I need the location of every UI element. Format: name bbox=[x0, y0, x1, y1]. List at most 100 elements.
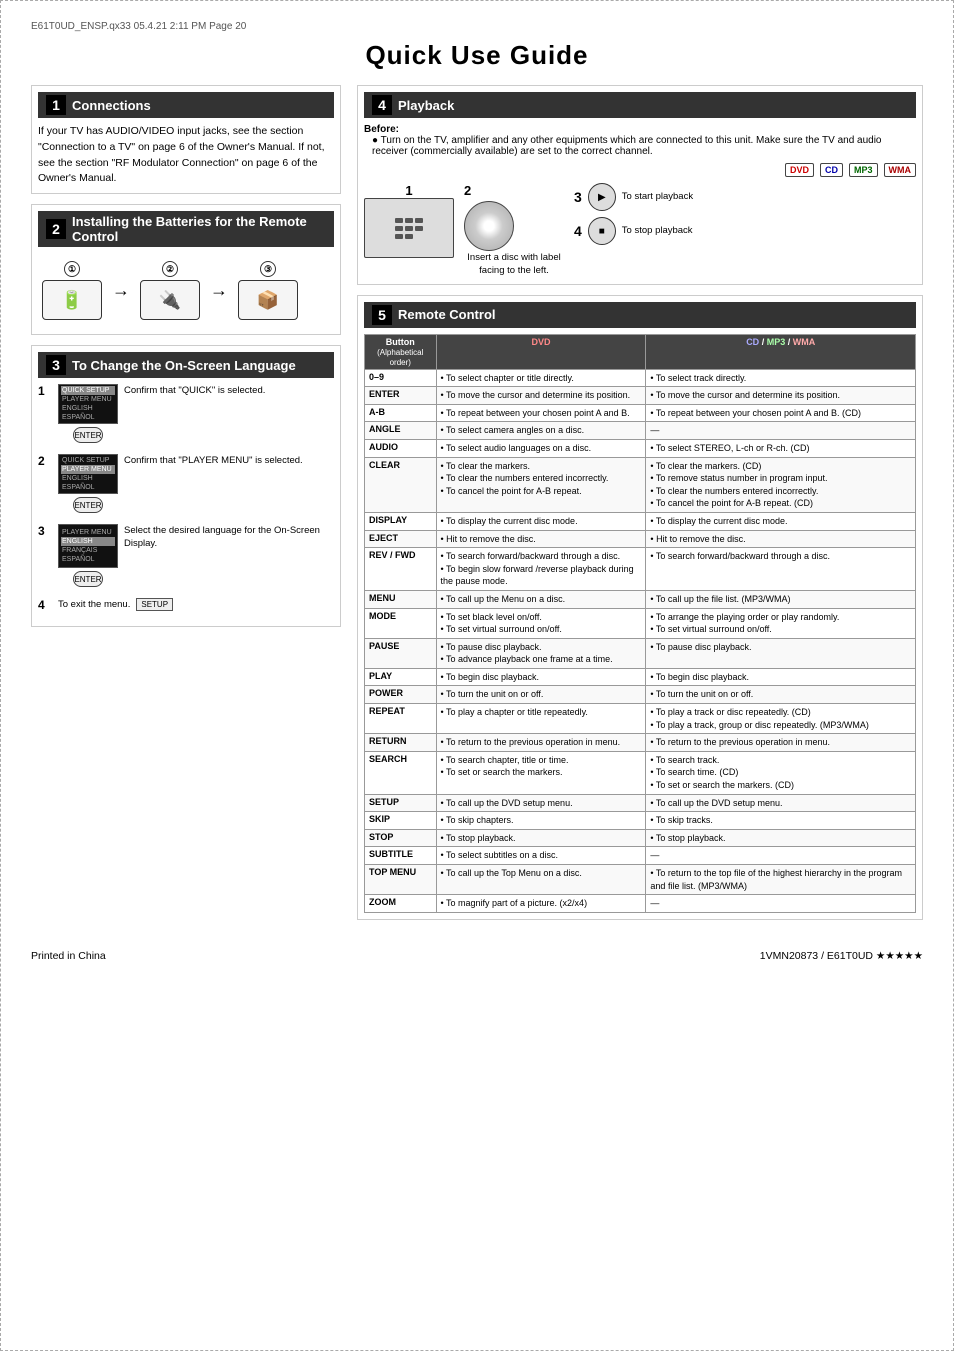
col-header-disc: DVD bbox=[436, 334, 646, 369]
language-title: To Change the On-Screen Language bbox=[72, 358, 296, 373]
playback-num: 4 bbox=[372, 95, 392, 115]
menu-item-es: ESPAÑOL bbox=[61, 555, 115, 564]
top-label: E61T0UD_ENSP.qx33 05.4.21 2:11 PM Page 2… bbox=[31, 21, 923, 32]
cd-cell: • To return to the top file of the highe… bbox=[646, 865, 916, 895]
table-row: AUDIO• To select audio languages on a di… bbox=[365, 439, 916, 457]
connections-header: 1 Connections bbox=[38, 92, 334, 118]
table-row: CLEAR• To clear the markers.• To clear t… bbox=[365, 457, 916, 512]
btn-cell: SETUP bbox=[365, 794, 437, 812]
btn-cell: ANGLE bbox=[365, 422, 437, 440]
cd-cell: • To begin disc playback. bbox=[646, 668, 916, 686]
dvd-cell: • To turn the unit on or off. bbox=[436, 686, 646, 704]
left-column: 1 Connections If your TV has AUDIO/VIDEO… bbox=[31, 85, 341, 930]
page: E61T0UD_ENSP.qx33 05.4.21 2:11 PM Page 2… bbox=[0, 0, 954, 1351]
pb-step-3-desc: To start playback bbox=[622, 190, 693, 203]
pb-step-2: 2 Insert a disc with label facing to the… bbox=[464, 183, 564, 278]
dvd-cell: • Hit to remove the disc. bbox=[436, 530, 646, 548]
table-row: A-B• To repeat between your chosen point… bbox=[365, 404, 916, 422]
enter-btn-1[interactable]: ENTER bbox=[73, 427, 103, 443]
table-row: EJECT• Hit to remove the disc.• Hit to r… bbox=[365, 530, 916, 548]
dvd-cell: • To clear the markers.• To clear the nu… bbox=[436, 457, 646, 512]
pb-step-4-num: 4 bbox=[574, 223, 582, 239]
menu-item-pm: PLAYER MENU bbox=[61, 528, 115, 537]
remote-header: 5 Remote Control bbox=[364, 302, 916, 328]
btn-cell: STOP bbox=[365, 829, 437, 847]
cd-cell: — bbox=[646, 422, 916, 440]
btn-cell: DISPLAY bbox=[365, 512, 437, 530]
dvd-cell: • To pause disc playback.• To advance pl… bbox=[436, 638, 646, 668]
btn-cell: POWER bbox=[365, 686, 437, 704]
menu-item-selected-1: QUICK SETUP bbox=[61, 386, 115, 395]
cd-cell: • To clear the markers. (CD)• To remove … bbox=[646, 457, 916, 512]
cd-cell: • Hit to remove the disc. bbox=[646, 530, 916, 548]
player-btn-row-2 bbox=[395, 226, 423, 231]
playback-before: Before: ● Turn on the TV, amplifier and … bbox=[364, 124, 916, 157]
cd-cell: • To select STEREO, L-ch or R-ch. (CD) bbox=[646, 439, 916, 457]
battery-icon-1: 🔋 bbox=[42, 280, 102, 320]
btn-cell: TOP MENU bbox=[365, 865, 437, 895]
player-buttons bbox=[395, 218, 423, 239]
connections-section: 1 Connections If your TV has AUDIO/VIDEO… bbox=[31, 85, 341, 194]
playback-title: Playback bbox=[398, 98, 454, 113]
battery-step-1: ① 🔋 bbox=[42, 261, 102, 320]
btn-cell: SEARCH bbox=[365, 751, 437, 794]
table-row: MENU• To call up the Menu on a disc.• To… bbox=[365, 590, 916, 608]
setup-btn[interactable]: SETUP bbox=[136, 598, 173, 611]
menu-item-2: ENGLISH bbox=[61, 404, 115, 413]
table-row: SKIP• To skip chapters.• To skip tracks. bbox=[365, 812, 916, 830]
player-btn bbox=[395, 234, 403, 239]
right-column: 4 Playback Before: ● Turn on the TV, amp… bbox=[357, 85, 923, 930]
enter-btn-3[interactable]: ENTER bbox=[73, 571, 103, 587]
lang-screen-3: PLAYER MENU ENGLISH FRANÇAIS ESPAÑOL bbox=[58, 524, 118, 568]
btn-cell: EJECT bbox=[365, 530, 437, 548]
btn-cell: REV / FWD bbox=[365, 548, 437, 591]
player-btn bbox=[395, 226, 403, 231]
play-btn-mock: ▶ bbox=[588, 183, 616, 211]
enter-btn-2[interactable]: ENTER bbox=[73, 497, 103, 513]
menu-item-eng: ENGLISH bbox=[61, 474, 115, 483]
table-row: SEARCH• To search chapter, title or time… bbox=[365, 751, 916, 794]
dvd-cell: • To move the cursor and determine its p… bbox=[436, 387, 646, 405]
remote-section: 5 Remote Control Button(Alphabetical ord… bbox=[357, 295, 923, 920]
col-header-cd: CD / MP3 / WMA bbox=[646, 334, 916, 369]
dvd-cell: • To call up the Top Menu on a disc. bbox=[436, 865, 646, 895]
menu-item-selected-2: PLAYER MENU bbox=[61, 465, 115, 474]
player-btn bbox=[415, 218, 423, 223]
dvd-cell: • To display the current disc mode. bbox=[436, 512, 646, 530]
step-circle-1: ① bbox=[64, 261, 80, 277]
cd-cell: • To search forward/backward through a d… bbox=[646, 548, 916, 591]
pb-step-4-desc: To stop playback bbox=[622, 224, 693, 237]
wma-logo: WMA bbox=[884, 163, 917, 177]
lang-screen-1: QUICK SETUP PLAYER MENU ENGLISH ESPAÑOL bbox=[58, 384, 118, 424]
lang-step-num-2: 2 bbox=[38, 454, 52, 468]
batteries-section: 2 Installing the Batteries for the Remot… bbox=[31, 204, 341, 335]
cd-cell: • To repeat between your chosen point A … bbox=[646, 404, 916, 422]
lang-step-4: 4 To exit the menu. SETUP bbox=[38, 598, 334, 612]
btn-cell: SUBTITLE bbox=[365, 847, 437, 865]
battery-icon-3: 📦 bbox=[238, 280, 298, 320]
btn-cell: MODE bbox=[365, 608, 437, 638]
remote-num: 5 bbox=[372, 305, 392, 325]
dvd-cell: • To select subtitles on a disc. bbox=[436, 847, 646, 865]
cd-cell: • To move the cursor and determine its p… bbox=[646, 387, 916, 405]
lang-desc-2: Confirm that "PLAYER MENU" is selected. bbox=[124, 454, 303, 467]
btn-cell: ENTER bbox=[365, 387, 437, 405]
pb-step-2-header: 2 bbox=[464, 183, 564, 198]
pb-step-4: 4 ■ To stop playback bbox=[574, 217, 693, 245]
pb-steps-34: 3 ▶ To start playback 4 ■ To stop playba… bbox=[574, 183, 693, 245]
main-layout: 1 Connections If your TV has AUDIO/VIDEO… bbox=[31, 85, 923, 930]
player-btn-row-1 bbox=[395, 218, 423, 223]
dvd-cell: • To stop playback. bbox=[436, 829, 646, 847]
remote-table: Button(Alphabetical order) DVD CD / MP3 … bbox=[364, 334, 916, 913]
player-btn bbox=[395, 218, 403, 223]
dvd-cell: • To call up the DVD setup menu. bbox=[436, 794, 646, 812]
table-row: PAUSE• To pause disc playback.• To advan… bbox=[365, 638, 916, 668]
pb-step-3: 3 ▶ To start playback bbox=[574, 183, 693, 211]
lang-step-num-1: 1 bbox=[38, 384, 52, 398]
dvd-cell: • To select audio languages on a disc. bbox=[436, 439, 646, 457]
menu-item-1: PLAYER MENU bbox=[61, 395, 115, 404]
arrow-icon-2: → bbox=[210, 280, 228, 301]
remote-title: Remote Control bbox=[398, 307, 496, 322]
dvd-cell: • To play a chapter or title repeatedly. bbox=[436, 704, 646, 734]
step-circle-3: ③ bbox=[260, 261, 276, 277]
